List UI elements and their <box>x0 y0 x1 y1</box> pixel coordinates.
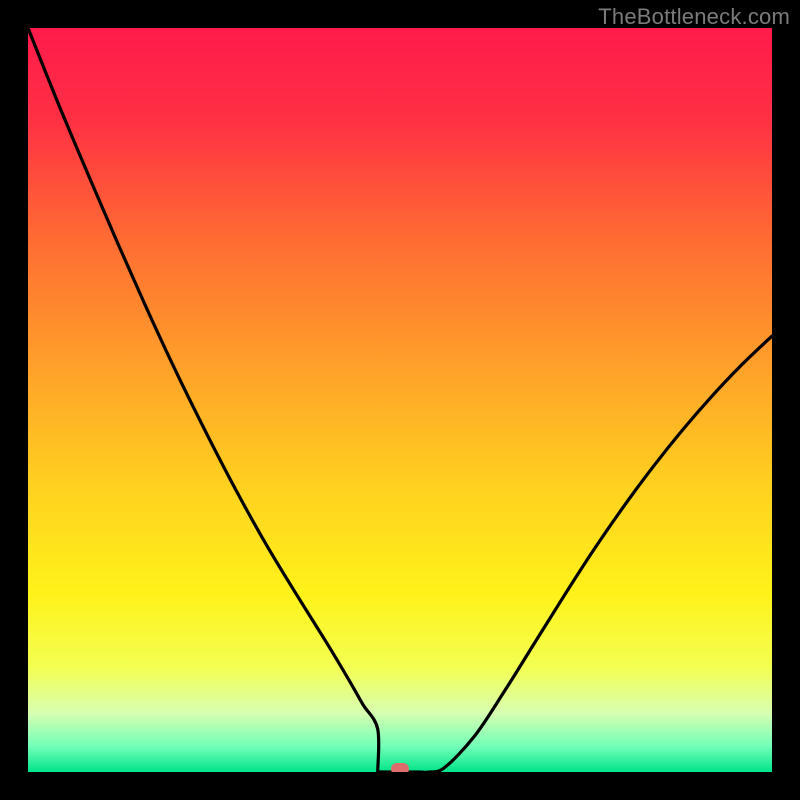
optimum-marker <box>391 763 409 772</box>
watermark-text: TheBottleneck.com <box>598 4 790 30</box>
plot-inner <box>28 28 772 772</box>
plot-area <box>28 28 772 772</box>
bottleneck-curve <box>28 28 772 772</box>
